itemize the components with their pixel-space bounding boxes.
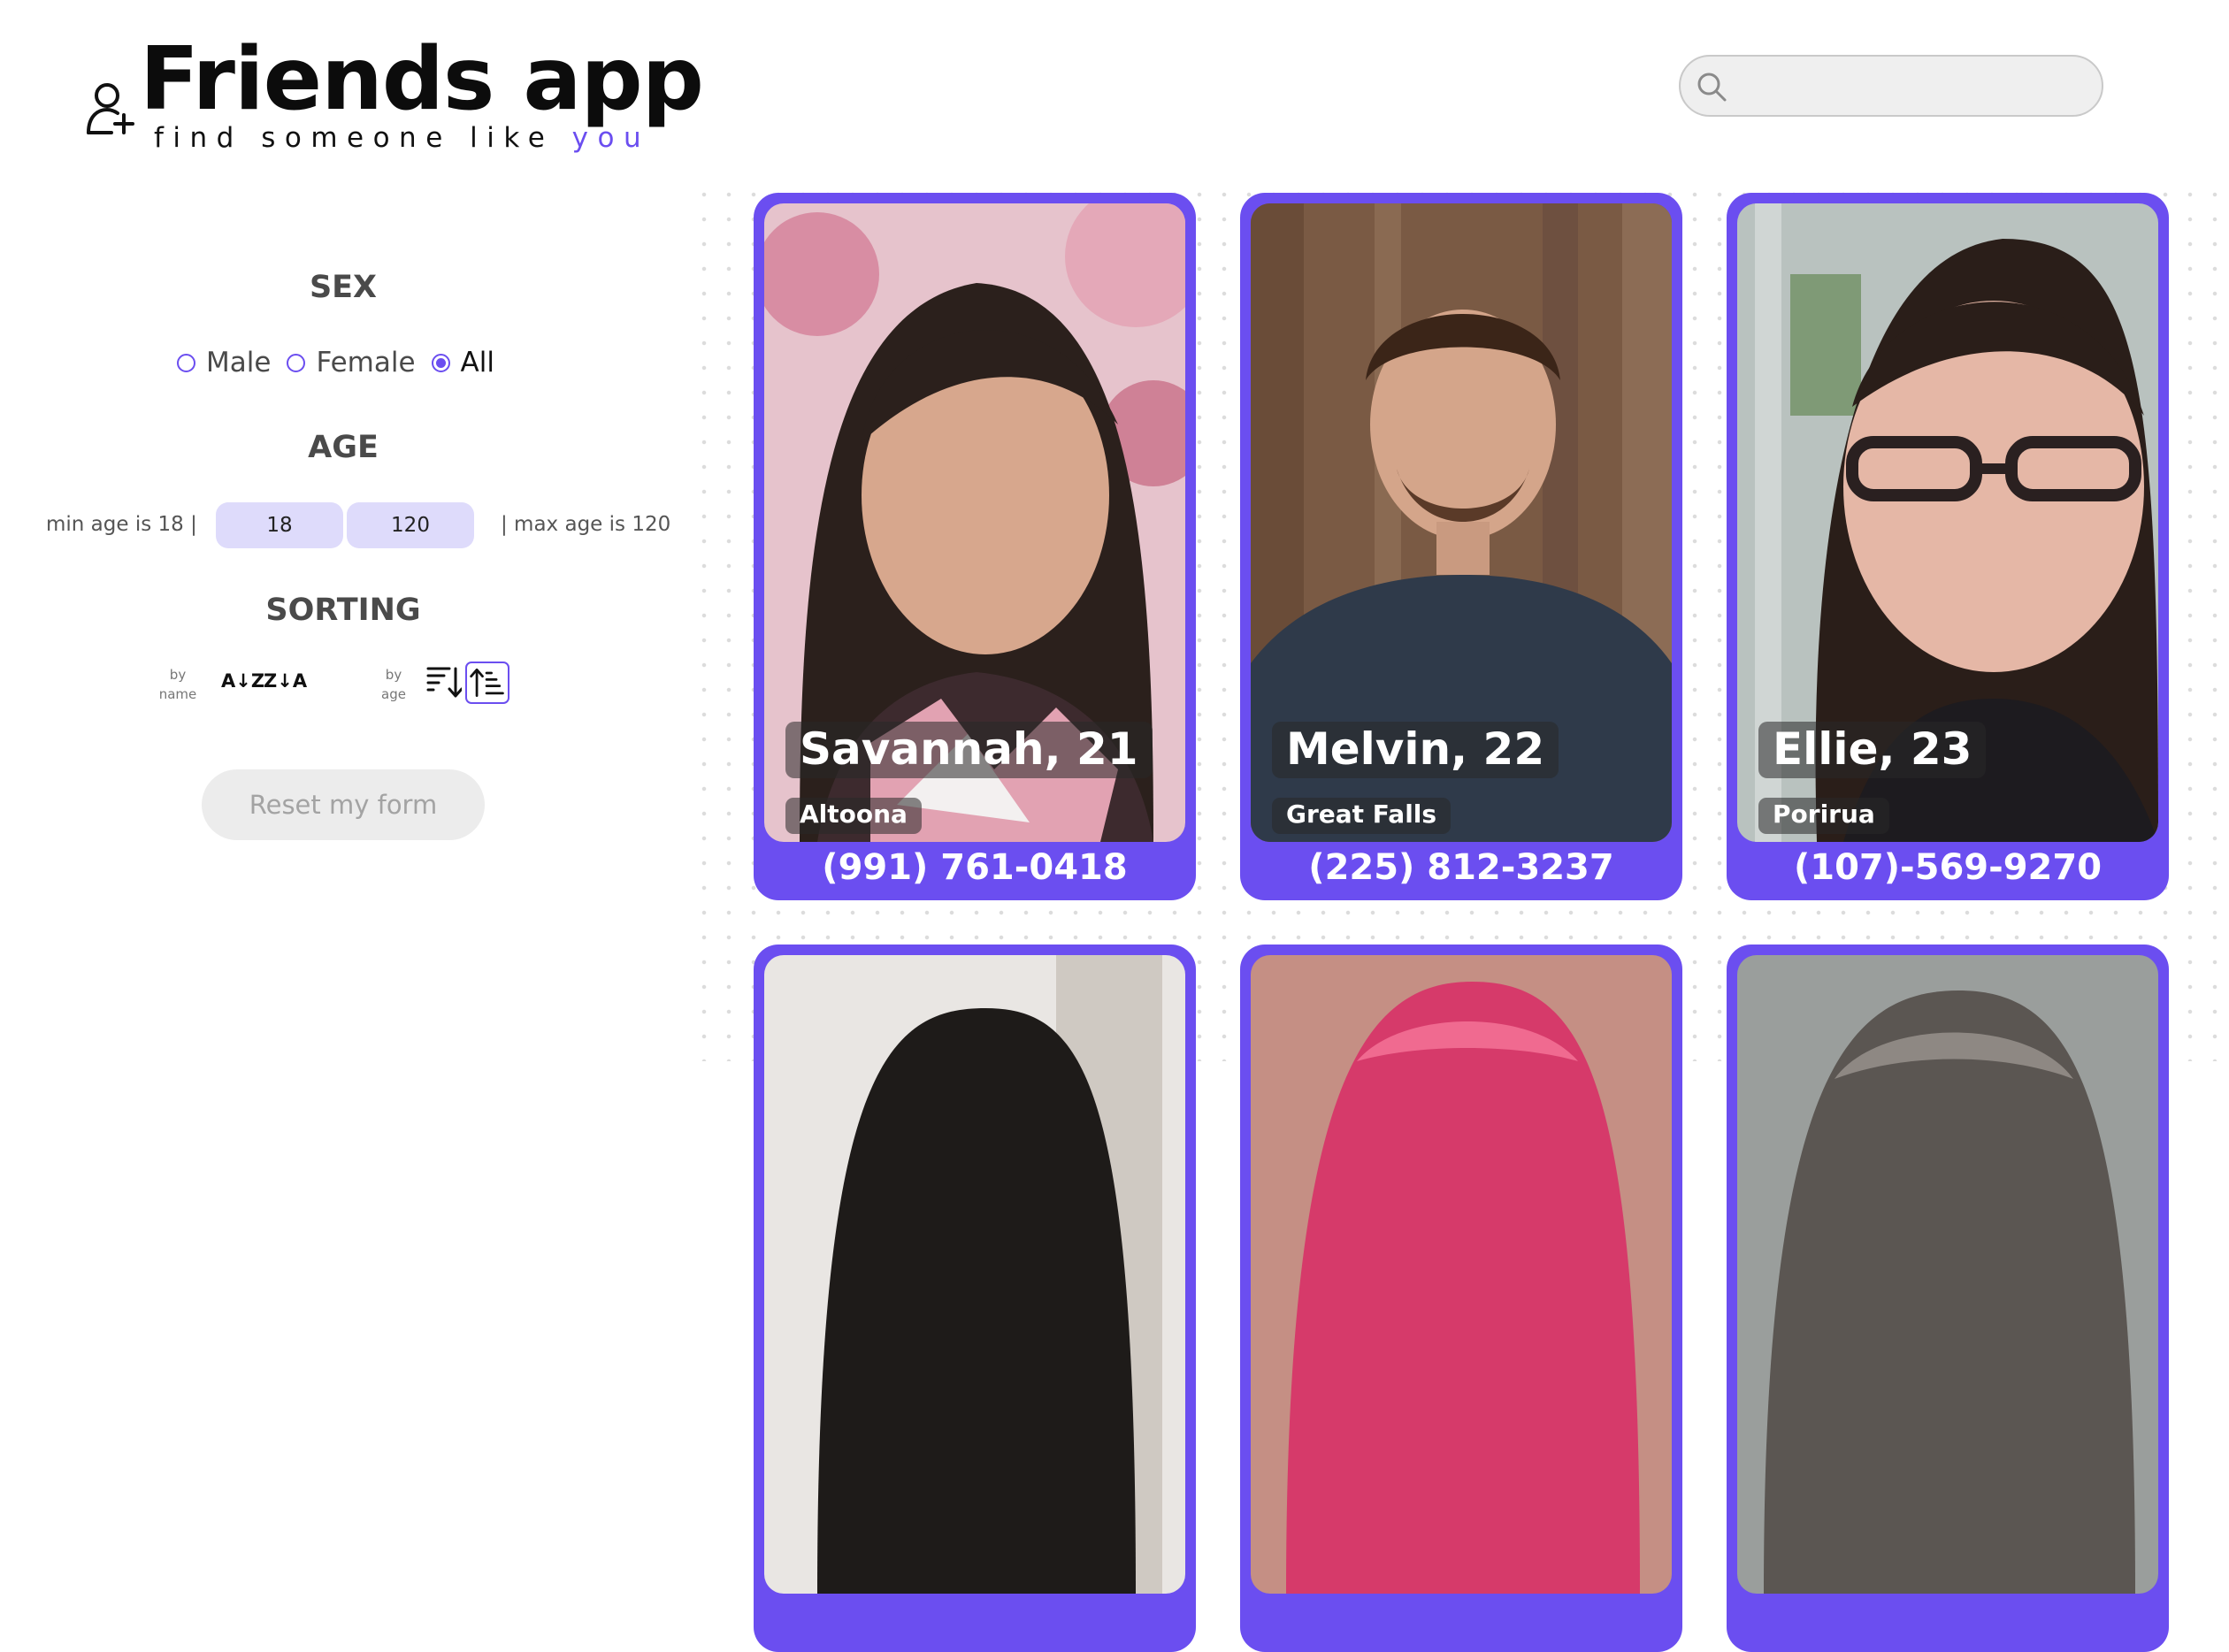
sort-by-age-caption-line2: age	[381, 686, 406, 702]
reset-form-button[interactable]: Reset my form	[202, 769, 485, 840]
search-box[interactable]	[1679, 55, 2103, 117]
search-icon	[1697, 73, 1727, 102]
friend-phone: (225) 812-3237	[1308, 847, 1614, 888]
friend-card[interactable]	[1240, 945, 1682, 1652]
age-title: AGE	[308, 430, 379, 465]
tagline-accent: you	[571, 122, 651, 154]
friends-grid: Savannah, 21 Altoona (991) 761-0418 Melv…	[686, 177, 2229, 1652]
friend-name: Melvin, 22	[1272, 722, 1559, 778]
friend-phone: (991) 761-0418	[822, 847, 1128, 888]
radio-all[interactable]: All	[431, 347, 494, 379]
radio-male-dot[interactable]	[177, 353, 195, 372]
radio-all-dot[interactable]	[431, 353, 450, 372]
friend-name: Ellie, 23	[1758, 722, 1987, 778]
tagline-text: find someone like	[154, 122, 572, 154]
sort-by-name-caption: by name	[156, 665, 200, 704]
friend-card[interactable]	[754, 945, 1196, 1652]
max-age-note: | max age is 120	[501, 513, 671, 536]
sort-by-age-caption-line1: by	[385, 667, 402, 683]
sorting-controls: by name A↓Z Z↓A by age	[0, 662, 686, 715]
add-user-icon	[87, 83, 134, 134]
sex-radio-group: Male Female All	[177, 343, 510, 382]
friend-card[interactable]	[1727, 945, 2169, 1652]
radio-male[interactable]: Male	[177, 347, 271, 379]
sort-by-name-caption-line1: by	[169, 667, 187, 683]
min-age-note: min age is 18 |	[46, 513, 197, 536]
friend-card[interactable]: Ellie, 23 Porirua (107)-569-9270	[1727, 193, 2169, 900]
sorting-title: SORTING	[265, 593, 421, 628]
max-age-input[interactable]	[347, 502, 474, 548]
radio-male-label: Male	[206, 347, 272, 379]
friend-city: Great Falls	[1272, 798, 1452, 834]
filters-sidebar: SEX Male Female All AGE min age is 18 | …	[0, 177, 686, 1061]
friend-card[interactable]: Melvin, 22 Great Falls (225) 812-3237	[1240, 193, 1682, 900]
sort-az-button[interactable]: A↓Z	[221, 670, 264, 692]
friend-photo	[764, 955, 1185, 1594]
tagline: find someone like you	[154, 122, 650, 154]
friend-photo	[1737, 955, 2158, 1594]
friend-city: Altoona	[785, 798, 922, 834]
sort-age-descending-icon[interactable]	[426, 663, 462, 702]
sex-title: SEX	[309, 270, 378, 305]
sort-by-age-caption: by age	[372, 665, 416, 704]
app-title: Friends app	[140, 29, 704, 130]
friend-city: Porirua	[1758, 798, 1889, 834]
age-range: min age is 18 | | max age is 120	[0, 502, 686, 548]
friend-photo	[1251, 955, 1672, 1594]
radio-female-label: Female	[316, 347, 416, 379]
radio-female[interactable]: Female	[287, 347, 416, 379]
radio-female-dot[interactable]	[287, 353, 306, 372]
sort-age-ascending-icon[interactable]	[465, 662, 509, 704]
min-age-input[interactable]	[216, 502, 343, 548]
friend-name: Savannah, 21	[785, 722, 1153, 778]
friend-card[interactable]: Savannah, 21 Altoona (991) 761-0418	[754, 193, 1196, 900]
sort-by-name-caption-line2: name	[158, 686, 197, 702]
friend-phone: (107)-569-9270	[1793, 847, 2103, 888]
sort-za-button[interactable]: Z↓A	[264, 670, 307, 692]
search-input[interactable]	[1737, 65, 2086, 108]
radio-all-label: All	[460, 347, 494, 379]
